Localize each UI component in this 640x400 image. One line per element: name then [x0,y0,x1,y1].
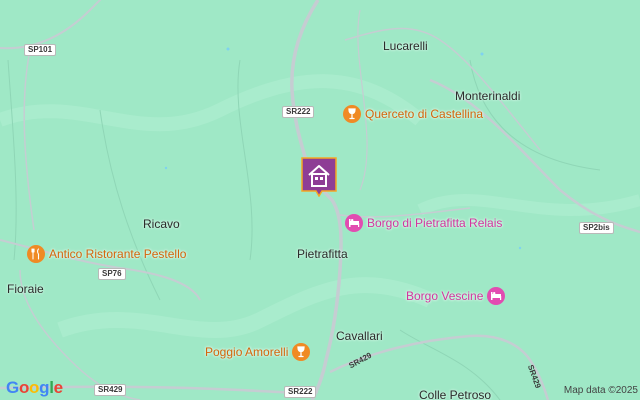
road-shield-sr222-south: SR222 [284,386,317,398]
poi-label: Antico Ristorante Pestello [49,247,187,261]
road-shield-sp2bis: SP2bis [579,222,614,234]
road-shield-sp101: SP101 [24,44,57,56]
place-label-lucarelli[interactable]: Lucarelli [383,39,428,53]
poi-querceto-di-castellina[interactable]: Querceto di Castellina [343,105,483,123]
wine-glass-icon [343,105,361,123]
google-logo[interactable]: Google [6,378,63,398]
place-label-pietrafitta[interactable]: Pietrafitta [297,247,348,261]
place-label-ricavo[interactable]: Ricavo [143,217,180,231]
poi-label: Poggio Amorelli [205,345,289,359]
place-label-cavallari[interactable]: Cavallari [336,329,383,343]
map-view[interactable]: Lucarelli Monterinaldi Ricavo Pietrafitt… [0,0,640,400]
poi-label: Borgo Vescine [406,289,484,303]
road-shield-sp76: SP76 [98,268,126,280]
road-shield-sr429: SR429 [94,384,127,396]
map-attribution[interactable]: Map data ©2025 [564,385,638,396]
poi-antico-ristorante-pestello[interactable]: Antico Ristorante Pestello [27,245,186,263]
terrain-layer [0,0,640,400]
home-icon[interactable] [301,157,337,197]
poi-label: Querceto di Castellina [365,107,484,121]
road-shield-sr222: SR222 [282,106,315,118]
bed-icon [487,287,506,305]
poi-borgo-di-pietrafitta-relais[interactable]: Borgo di Pietrafitta Relais [345,214,502,232]
place-label-fioraie[interactable]: Fioraie [7,282,44,296]
place-label-colle-petroso[interactable]: Colle Petroso [419,388,491,400]
poi-poggio-amorelli[interactable]: Poggio Amorelli [205,343,311,361]
place-label-monterinaldi[interactable]: Monterinaldi [455,89,520,103]
fork-knife-icon [27,245,45,263]
wine-glass-icon [292,343,311,361]
poi-label: Borgo di Pietrafitta Relais [367,216,503,230]
poi-borgo-vescine[interactable]: Borgo Vescine [406,287,506,305]
bed-icon [345,214,363,232]
